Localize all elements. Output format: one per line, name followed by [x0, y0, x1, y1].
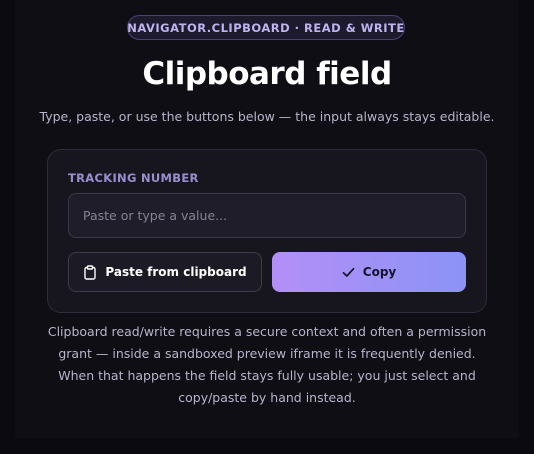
check-icon — [342, 267, 355, 278]
clipboard-icon — [83, 264, 97, 280]
api-badge: NAVIGATOR.CLIPBOARD · READ & WRITE — [127, 15, 405, 40]
clipboard-note: Clipboard read/write requires a secure c… — [47, 321, 487, 409]
paste-button-label: Paste from clipboard — [105, 265, 247, 279]
clipboard-card: TRACKING NUMBER Paste from clipboard Cop… — [47, 149, 487, 313]
note-line: When that happens the field stays fully … — [58, 368, 476, 383]
page-subtitle: Type, paste, or use the buttons below — … — [39, 109, 495, 124]
paste-from-clipboard-button[interactable]: Paste from clipboard — [68, 252, 262, 292]
tracking-number-input[interactable] — [68, 193, 466, 238]
tracking-number-label: TRACKING NUMBER — [68, 171, 199, 185]
note-line: grant — inside a sandboxed preview ifram… — [58, 346, 476, 361]
copy-button[interactable]: Copy — [272, 252, 466, 292]
page-title: Clipboard field — [142, 56, 392, 92]
note-line: copy/paste by hand instead. — [178, 390, 356, 405]
copy-button-label: Copy — [362, 265, 397, 279]
note-line: Clipboard read/write requires a secure c… — [47, 324, 487, 339]
